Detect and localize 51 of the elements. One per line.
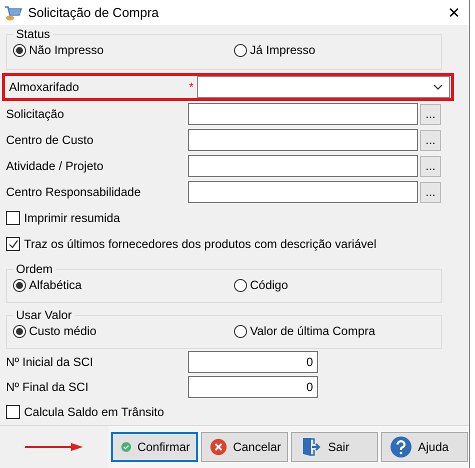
checkbox-option[interactable]: Imprimir resumida [6,205,463,231]
help-button[interactable]: Ajuda [381,432,468,462]
radio-label: Custo médio [29,324,96,338]
field-label: Nº Final da SCI [6,380,90,394]
radio-option[interactable]: Custo médio [13,324,234,338]
input-field[interactable] [188,155,418,177]
lookup-button[interactable]: ... [420,104,441,124]
field-label: Centro Responsabilidade [6,185,142,199]
checkbox-label: Imprimir resumida [24,211,120,225]
field-label: Atividade / Projeto [6,159,104,173]
exit-button[interactable]: Sair [291,432,378,462]
group-legend: Status [13,27,54,41]
lookup-button[interactable]: ... [420,130,441,150]
radio-option[interactable]: Alfabética [13,278,234,292]
number-field[interactable]: 0 [188,376,318,398]
lookup-button[interactable]: ... [420,156,441,176]
input-field[interactable] [188,103,418,125]
required-mark: * [189,80,195,94]
group-legend: Ordem [13,262,56,276]
radio-option[interactable]: Já Impresso [234,43,437,57]
group-legend: Usar Valor [13,308,75,322]
cart-icon [4,4,22,20]
confirm-button[interactable]: Confirmar [111,432,198,462]
radio-label: Código [250,278,288,292]
checkbox-option[interactable]: Traz os últimos fornecedores dos produtos com descrição variável [6,231,463,257]
chevron-icon [433,84,443,90]
radio-label: Já Impresso [250,43,316,57]
help-icon [390,436,412,458]
input-field[interactable] [188,181,418,203]
radio-option[interactable]: Valor de última Compra [234,324,437,338]
radio-option[interactable]: Código [234,278,437,292]
field-label: Centro de Custo [6,133,94,147]
number-field[interactable]: 0 [188,350,318,372]
field-label: Almoxarifado [9,80,80,94]
lookup-button[interactable]: ... [420,182,441,202]
door-exit-icon [300,436,322,458]
input-field[interactable] [188,129,418,151]
field-label: Nº Inicial da SCI [6,354,94,368]
almoxarifado-dropdown[interactable] [197,76,450,98]
cancel-icon [210,436,227,458]
checkbox-option[interactable]: Calcula Saldo em Trânsito [6,399,463,425]
checkbox-label: Calcula Saldo em Trânsito [24,405,164,419]
cancel-button[interactable]: Cancelar [201,432,288,462]
close-button[interactable]: ✕ [439,0,469,25]
radio-label: Não Impresso [29,43,104,57]
window-title: Solicitação de Compra [28,5,160,20]
radio-option[interactable]: Não Impresso [13,43,234,57]
radio-label: Alfabética [29,278,82,292]
field-label: Solicitação [6,107,66,121]
checkbox-label: Traz os últimos fornecedores dos produtos com descrição variável [24,237,376,251]
radio-label: Valor de última Compra [250,324,376,338]
